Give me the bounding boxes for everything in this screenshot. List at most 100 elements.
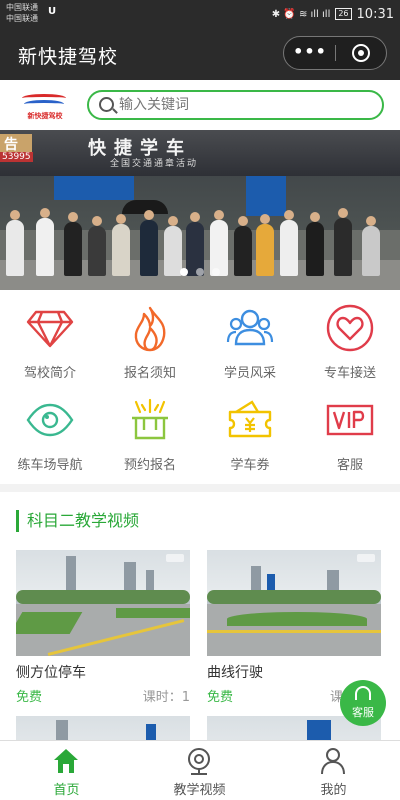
banner-person [140, 210, 158, 276]
thumb-building [56, 720, 68, 740]
status-signal-icons: ✱ ⏰ ≋ ıll ıll [271, 8, 331, 20]
grid-item-school-intro[interactable]: 驾校简介 [0, 290, 100, 381]
banner-person [112, 214, 130, 276]
miniprogram-capsule: ••• [283, 36, 387, 70]
tab-mine[interactable]: 我的 [267, 741, 400, 800]
diamond-icon [26, 310, 74, 348]
close-miniprogram-icon[interactable] [352, 44, 370, 62]
banner-carousel[interactable]: 告 53995 快捷学车 全国交通通章活动 [0, 130, 400, 290]
video-price: 免费 [16, 690, 43, 705]
grid-item-coupon[interactable]: 学车券 [200, 382, 300, 473]
camera-icon [188, 748, 210, 775]
search-input[interactable] [119, 95, 369, 115]
heart-icon [326, 304, 374, 352]
grid-item-label: 报名须知 [123, 366, 176, 381]
thumb-building [146, 724, 156, 740]
video-thumbnail[interactable] [207, 550, 381, 656]
clock: 10:31 [356, 6, 394, 22]
gift-pot-icon [132, 398, 168, 440]
banner-sign-subtitle: 全国交通通章活动 [110, 159, 199, 169]
page-title: 新快捷驾校 [18, 46, 119, 68]
banner-person [362, 216, 380, 276]
banner-person [64, 212, 82, 276]
logo-blue-wave [24, 100, 64, 108]
play-badge-icon [357, 554, 375, 562]
thumb-road-line [207, 630, 381, 633]
video-title: 侧方位停车 [16, 665, 86, 681]
ticket-icon [228, 400, 272, 438]
eye-icon [26, 403, 74, 437]
carrier-info: 中国联通 中国联通 [6, 2, 38, 24]
section-title: 科目二教学视频 [16, 510, 139, 532]
grid-item-enroll-notice[interactable]: 报名须知 [100, 290, 200, 381]
video-card[interactable]: 侧方位停车 免费 课时：1 [16, 550, 190, 710]
thumb-grass [227, 612, 367, 626]
grid-item-shuttle-service[interactable]: 专车接送 [300, 290, 400, 381]
tab-label: 我的 [320, 783, 347, 798]
banner-person [234, 216, 252, 276]
banner-blue-board [54, 176, 134, 200]
banner-person [88, 216, 106, 276]
battery-icon: 26 [335, 8, 352, 20]
video-thumbnail[interactable] [16, 716, 190, 740]
grid-item-book-enrollment[interactable]: 预约报名 [100, 382, 200, 473]
search-box[interactable] [87, 90, 384, 120]
carousel-dot[interactable] [180, 268, 188, 276]
play-badge-icon [166, 554, 184, 562]
tab-videos[interactable]: 教学视频 [133, 741, 266, 800]
carousel-indicator [180, 268, 220, 276]
carousel-dot[interactable] [212, 268, 220, 276]
grid-item-customer-service[interactable]: 客服 [300, 382, 400, 473]
school-logo[interactable]: 新快捷驾校 [20, 89, 70, 121]
user-icon [321, 748, 345, 775]
feature-grid: 驾校简介 报名须知 学员风采 专车接送 练车场导航 预约报名 学车券 客服 [0, 290, 400, 484]
thumb-sky [16, 716, 190, 740]
tab-bar: 首页 教学视频 我的 [0, 740, 400, 800]
status-bar: 中国联通 中国联通 U ✱ ⏰ ≋ ıll ıll 26 10:31 [0, 0, 400, 28]
banner-person [256, 214, 274, 276]
grid-item-practice-ground-nav[interactable]: 练车场导航 [0, 382, 100, 473]
logo-text: 新快捷驾校 [27, 112, 63, 120]
video-card[interactable] [16, 716, 190, 740]
banner-shop-sign [0, 130, 400, 176]
grid-item-label: 学车券 [230, 458, 270, 473]
tab-label: 首页 [53, 783, 80, 798]
grid-item-student-gallery[interactable]: 学员风采 [200, 290, 300, 381]
carousel-dot[interactable] [196, 268, 204, 276]
banner-person [334, 208, 352, 276]
banner-person [36, 208, 54, 276]
capsule-divider [335, 45, 336, 61]
thumb-trees [16, 590, 190, 604]
banner-sign-left-text: 告 [4, 137, 18, 153]
video-title: 曲线行驶 [207, 665, 263, 681]
search-icon [99, 97, 114, 112]
grid-item-label: 预约报名 [123, 458, 176, 473]
video-price: 免费 [207, 690, 234, 705]
tab-label: 教学视频 [173, 783, 226, 798]
carrier-icon: U [48, 6, 57, 17]
vip-icon [326, 404, 374, 436]
flame-icon [134, 306, 166, 352]
search-header: 新快捷驾校 [0, 80, 400, 130]
customer-service-label: 客服 [352, 706, 374, 719]
thumb-grass [116, 608, 190, 618]
users-icon [226, 309, 274, 346]
status-icons: ✱ ⏰ ≋ ıll ıll 26 10:31 [272, 5, 394, 23]
title-bar: 新快捷驾校 ••• [0, 28, 400, 80]
customer-service-button[interactable]: 客服 [340, 680, 386, 726]
grid-item-label: 练车场导航 [17, 458, 83, 473]
carrier-1: 中国联通 [6, 3, 38, 12]
banner-person [280, 210, 298, 276]
grid-item-label: 专车接送 [323, 366, 376, 381]
tab-home[interactable]: 首页 [0, 741, 133, 800]
carrier-2: 中国联通 [6, 14, 38, 23]
banner-phone-fragment: 53995 [0, 152, 33, 162]
banner-person [306, 212, 324, 276]
video-thumbnail[interactable] [16, 550, 190, 656]
banner-person [6, 210, 24, 276]
more-icon[interactable]: ••• [284, 37, 336, 69]
app: 中国联通 中国联通 U ✱ ⏰ ≋ ıll ıll 26 10:31 新快捷驾校… [0, 0, 400, 800]
banner-group-photo [0, 202, 400, 276]
thumb-building [307, 720, 331, 740]
video-hours: 课时：1 [142, 690, 190, 705]
